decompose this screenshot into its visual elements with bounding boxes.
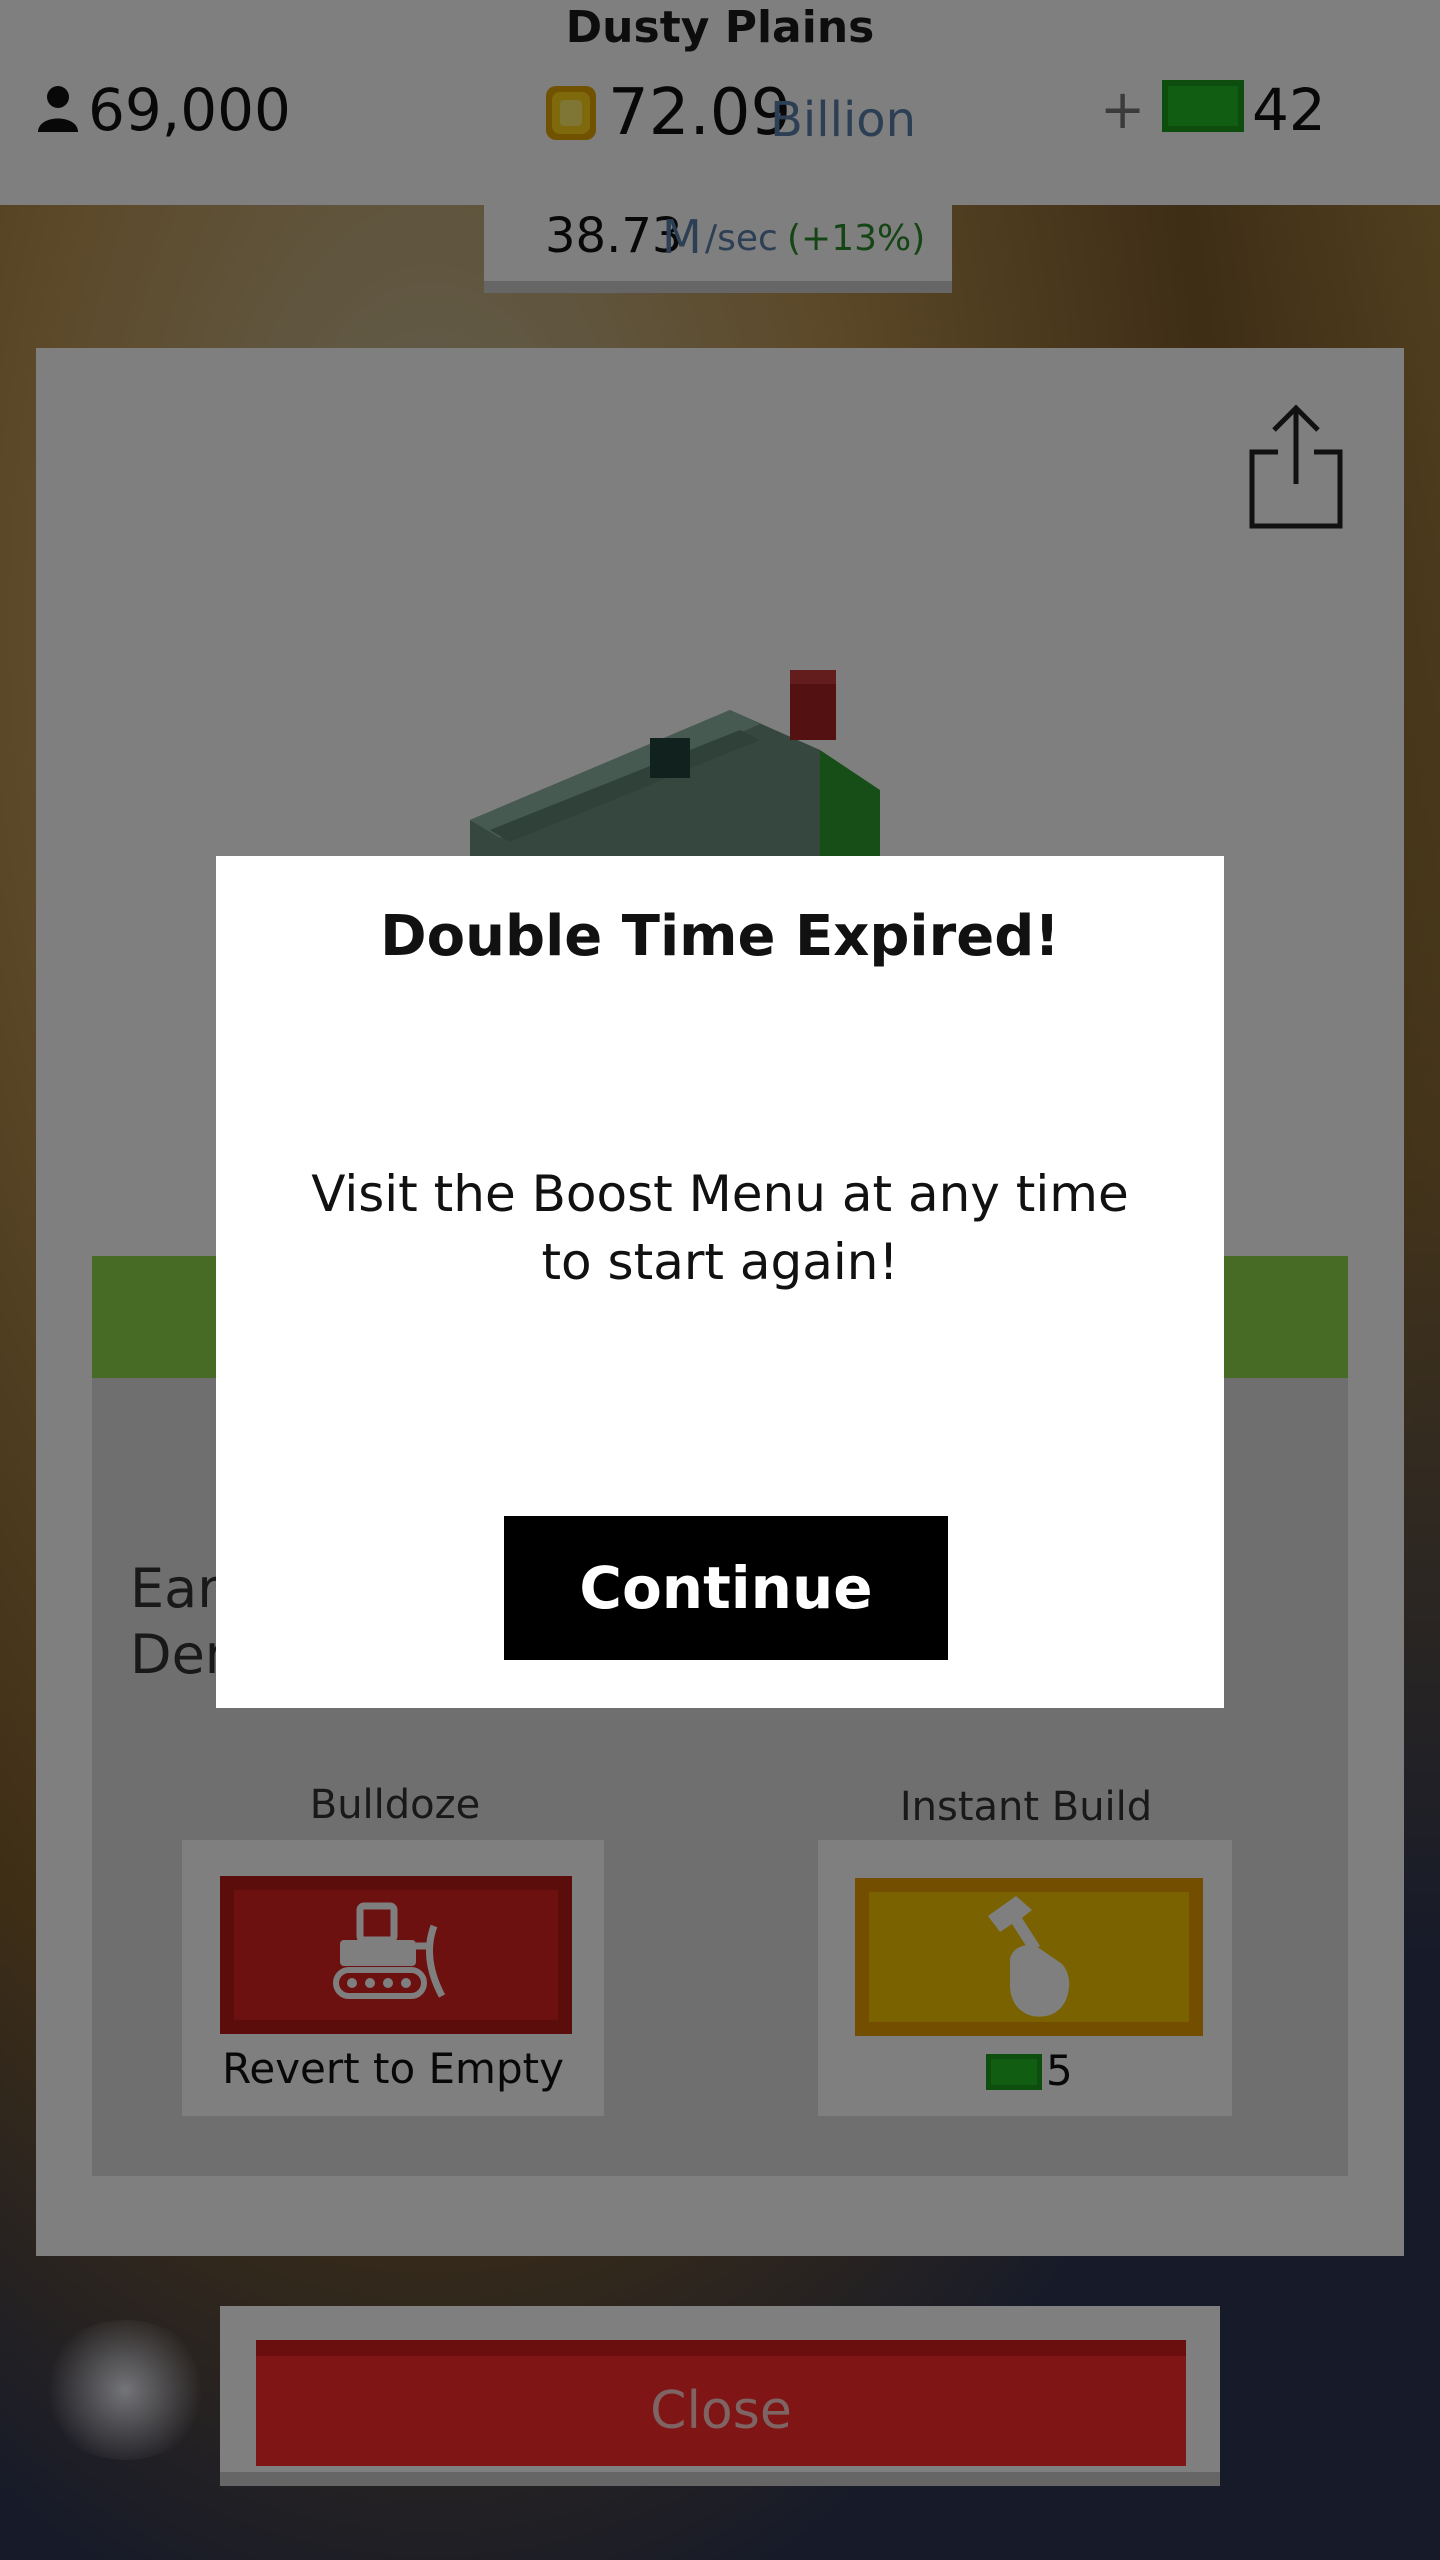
continue-button[interactable]: Continue bbox=[504, 1516, 948, 1660]
dialog-message: Visit the Boost Menu at any time to star… bbox=[311, 1165, 1129, 1291]
dialog-title: Double Time Expired! bbox=[380, 904, 1060, 969]
